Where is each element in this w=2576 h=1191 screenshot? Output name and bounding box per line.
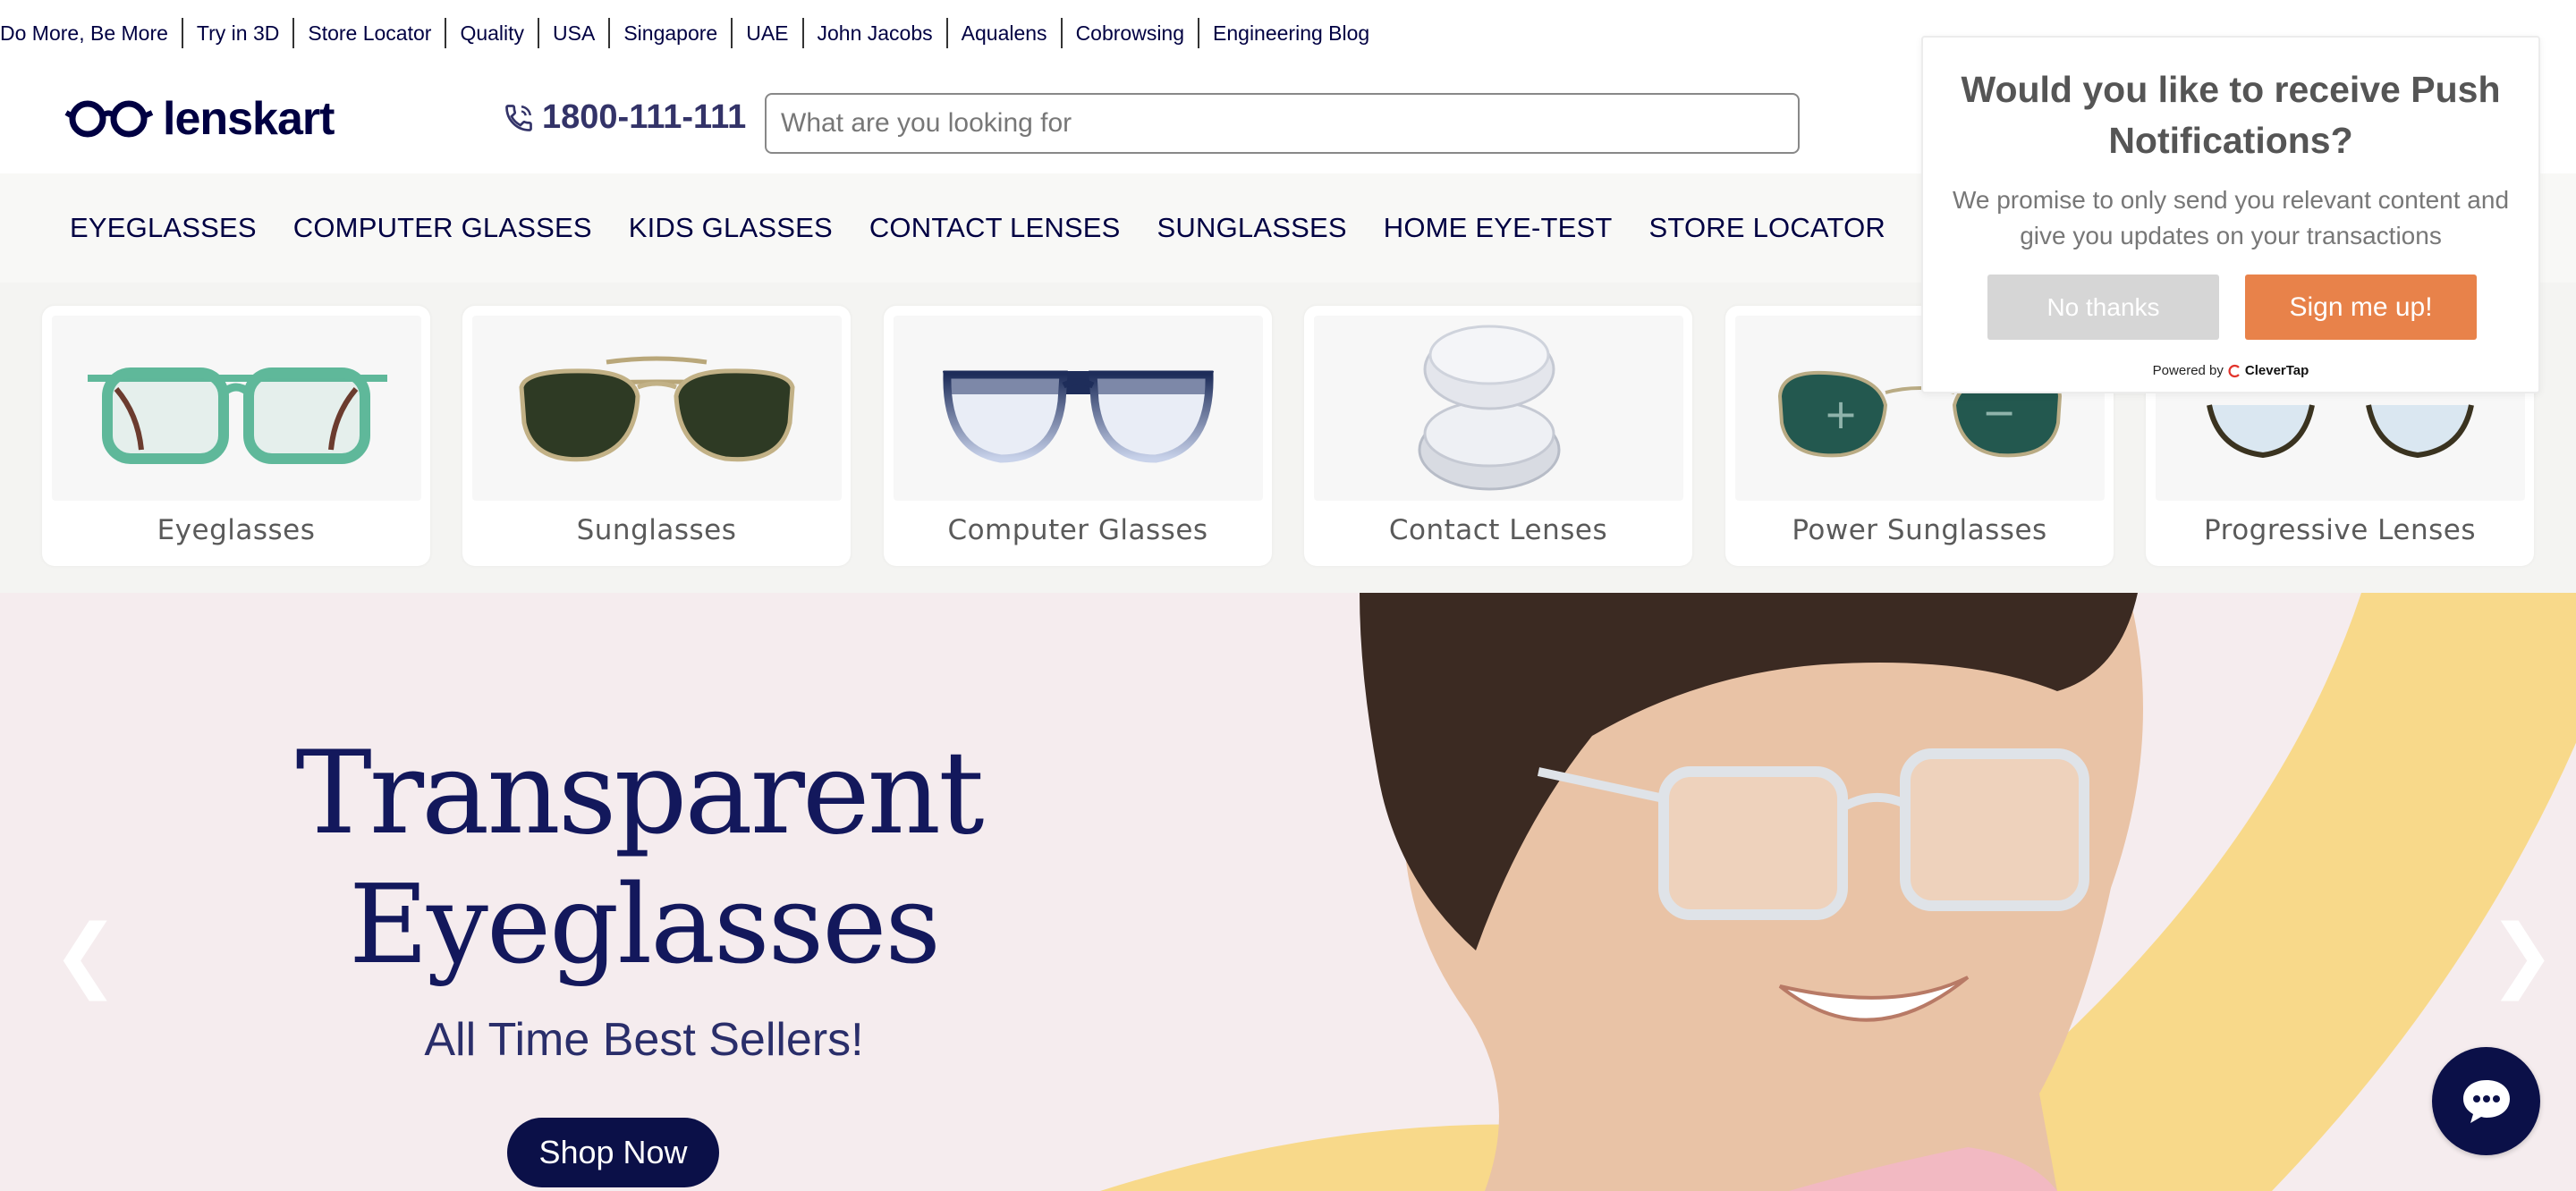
hero-banner[interactable]: Transparent Eyeglasses All Time Best Sel… xyxy=(0,593,2576,1191)
hero-title-line1: Transparent xyxy=(295,727,984,860)
lenskart-logo[interactable]: lenskart xyxy=(64,93,335,145)
top-link-quality[interactable]: Quality xyxy=(445,18,538,48)
phone-icon xyxy=(505,104,532,131)
eyeglasses-image xyxy=(52,316,421,501)
glasses-logo-icon xyxy=(64,100,154,138)
sign-me-up-button[interactable]: Sign me up! xyxy=(2245,275,2477,340)
contact-lenses-image xyxy=(1314,316,1683,501)
top-link-do-more[interactable]: Do More, Be More xyxy=(0,18,182,48)
nav-contact-lenses[interactable]: CONTACT LENSES xyxy=(869,212,1121,244)
shop-now-button[interactable]: Shop Now xyxy=(507,1118,719,1187)
category-label: Contact Lenses xyxy=(1388,514,1608,546)
nav-store-locator[interactable]: STORE LOCATOR xyxy=(1649,212,1885,244)
category-card-eyeglasses[interactable]: Eyeglasses xyxy=(42,306,430,566)
logo-text: lenskart xyxy=(163,93,335,145)
top-link-cobrowsing[interactable]: Cobrowsing xyxy=(1060,18,1198,48)
nav-eyeglasses[interactable]: EYEGLASSES xyxy=(70,212,257,244)
category-label: Power Sunglasses xyxy=(1792,514,2047,546)
category-label: Computer Glasses xyxy=(947,514,1208,546)
nav-kids-glasses[interactable]: KIDS GLASSES xyxy=(629,212,833,244)
category-label: Sunglasses xyxy=(576,514,737,546)
top-link-try-3d[interactable]: Try in 3D xyxy=(181,18,292,48)
svg-text:−: − xyxy=(1982,388,2017,436)
top-link-john-jacobs[interactable]: John Jacobs xyxy=(801,18,946,48)
push-popup-body: We promise to only send you relevant con… xyxy=(1952,186,2510,249)
top-link-aqualens[interactable]: Aqualens xyxy=(945,18,1061,48)
top-link-usa[interactable]: USA xyxy=(538,18,608,48)
top-link-uae[interactable]: UAE xyxy=(731,18,801,48)
top-link-store-locator[interactable]: Store Locator xyxy=(292,18,445,48)
top-utility-links: Do More, Be More Try in 3D Store Locator… xyxy=(0,0,1383,66)
push-popup-title: Would you like to receive Push Notificat… xyxy=(1961,69,2501,161)
category-card-sunglasses[interactable]: Sunglasses xyxy=(462,306,851,566)
svg-text:+: + xyxy=(1824,390,1859,438)
top-link-engineering-blog[interactable]: Engineering Blog xyxy=(1198,18,1383,48)
clevertap-brand: CleverTap xyxy=(2244,363,2309,378)
carousel-next-icon[interactable]: ❯ xyxy=(2488,915,2555,995)
hero-subtitle: All Time Best Sellers! xyxy=(424,1014,864,1066)
chat-bubble-icon xyxy=(2462,1079,2510,1123)
powered-by: Powered by CleverTap xyxy=(1923,363,2538,378)
category-label: Progressive Lenses xyxy=(2204,514,2476,546)
nav-computer-glasses[interactable]: COMPUTER GLASSES xyxy=(293,212,592,244)
nav-home-eye-test[interactable]: HOME EYE-TEST xyxy=(1384,212,1613,244)
phone-contact[interactable]: 1800-111-111 xyxy=(503,98,746,137)
top-link-singapore[interactable]: Singapore xyxy=(608,18,731,48)
phone-number: 1800-111-111 xyxy=(542,98,747,136)
chat-button[interactable] xyxy=(2432,1047,2540,1155)
nav-sunglasses[interactable]: SUNGLASSES xyxy=(1157,212,1347,244)
push-notification-popup: Would you like to receive Push Notificat… xyxy=(1921,36,2540,393)
hero-title-line2: Eyeglasses xyxy=(348,861,941,988)
no-thanks-button[interactable]: No thanks xyxy=(1987,275,2219,340)
powered-by-label: Powered by xyxy=(2152,363,2224,378)
category-card-contact-lenses[interactable]: Contact Lenses xyxy=(1304,306,1692,566)
clevertap-logo-icon xyxy=(2228,364,2240,377)
computer-glasses-image xyxy=(894,316,1263,501)
search-input[interactable] xyxy=(765,93,1800,154)
carousel-prev-icon[interactable]: ❮ xyxy=(52,915,119,995)
sunglasses-image xyxy=(472,316,842,501)
category-card-computer-glasses[interactable]: Computer Glasses xyxy=(884,306,1272,566)
category-label: Eyeglasses xyxy=(157,514,316,546)
